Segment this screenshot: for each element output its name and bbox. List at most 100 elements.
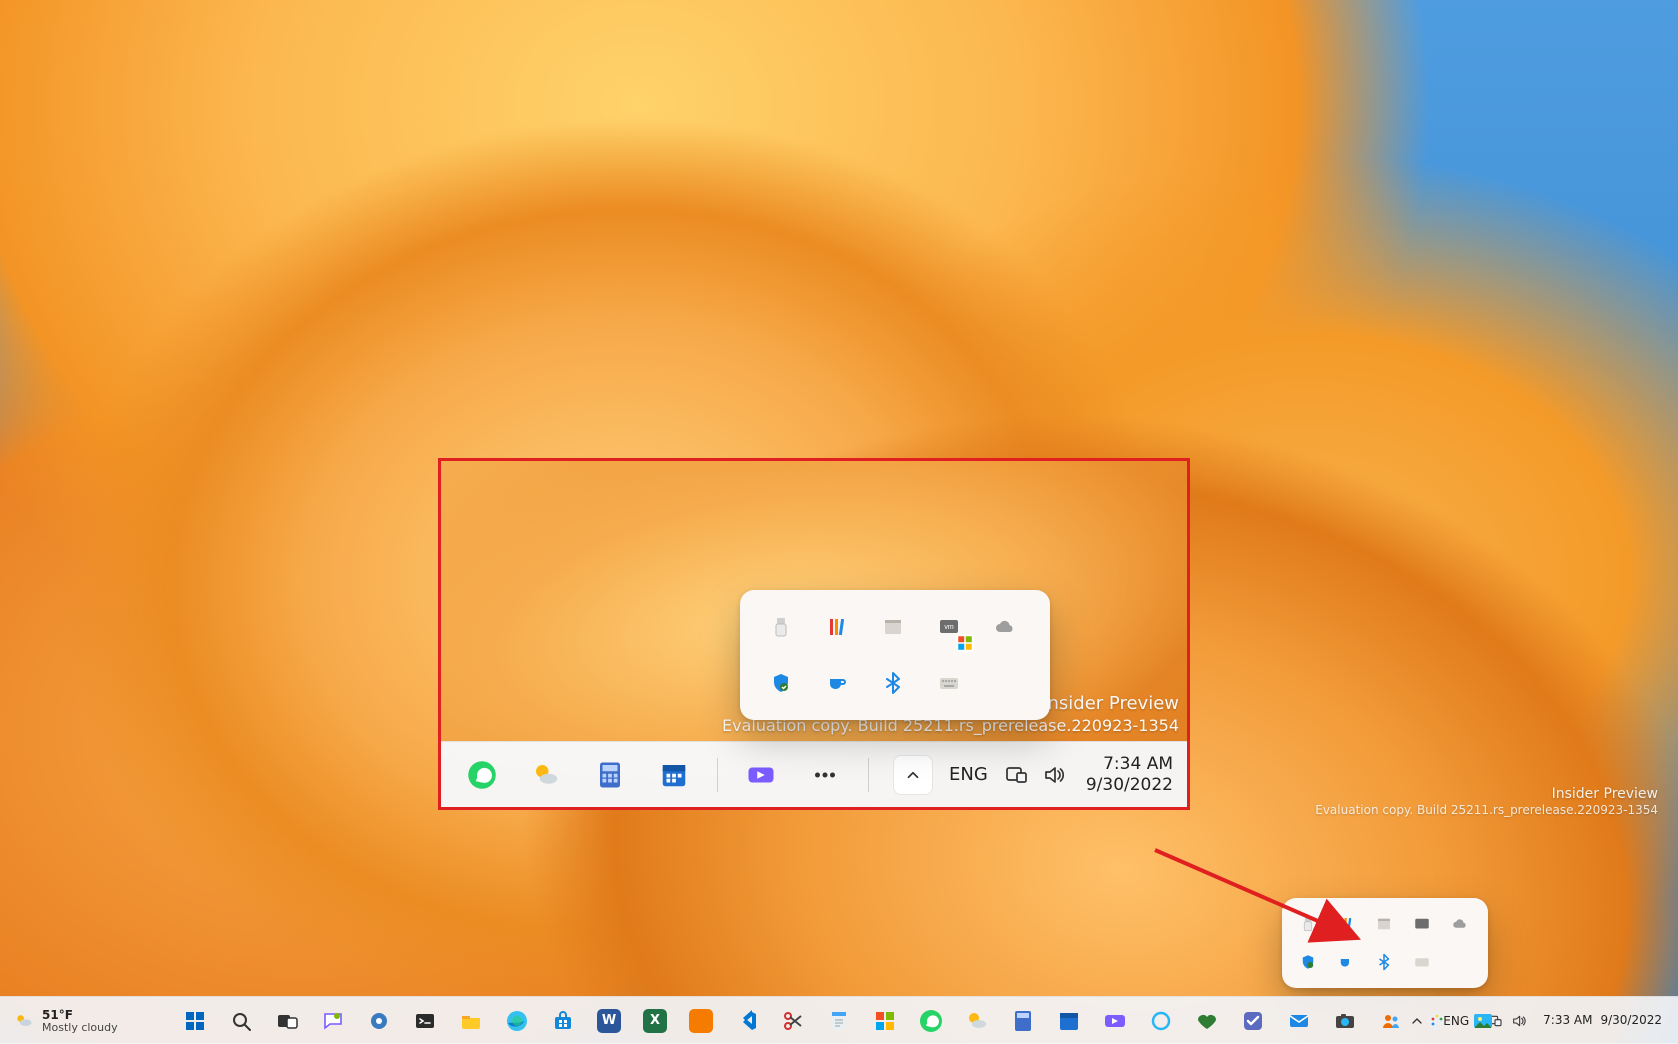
taskbar-app-whatsapp[interactable] <box>459 752 505 798</box>
calculator-icon <box>1011 1009 1035 1033</box>
weather-icon <box>531 760 561 790</box>
system-tray-quick-settings[interactable] <box>1004 763 1066 787</box>
taskbar-app-clipchamp[interactable] <box>738 752 784 798</box>
keyboard-icon <box>937 671 961 695</box>
weather-temp: 51°F <box>42 1008 118 1022</box>
tray-window[interactable] <box>1368 908 1400 940</box>
clock[interactable]: 7:33 AM 9/30/2022 <box>1537 1001 1668 1041</box>
file-explorer-button[interactable] <box>451 1001 491 1041</box>
tray-keyboard[interactable] <box>926 660 972 706</box>
calculator-icon <box>595 760 625 790</box>
tray-keyboard[interactable] <box>1406 946 1438 978</box>
windows-start-icon <box>183 1009 207 1033</box>
tray-vmware[interactable]: vm <box>926 604 972 650</box>
image-app-icon <box>689 1009 713 1033</box>
bluetooth-icon <box>881 671 905 695</box>
tray-onedrive[interactable] <box>982 604 1028 650</box>
tray-cup[interactable] <box>814 660 860 706</box>
task-view-button[interactable] <box>267 1001 307 1041</box>
tray-usb-eject[interactable] <box>1292 908 1324 940</box>
cloud-icon <box>1451 915 1469 933</box>
taskbar-weather-widget[interactable]: 51°F Mostly cloudy <box>0 997 132 1044</box>
edge-button[interactable] <box>497 1001 537 1041</box>
taskbar-app-calculator[interactable] <box>587 752 633 798</box>
tray-stacks[interactable] <box>814 604 860 650</box>
insider-watermark: Insider Preview Evaluation copy. Build 2… <box>1315 785 1658 819</box>
word-button[interactable]: W <box>589 1001 629 1041</box>
excel-icon: X <box>643 1009 667 1033</box>
tray-bluetooth[interactable] <box>1368 946 1400 978</box>
window-icon <box>881 615 905 639</box>
taskbar-center-apps: W X <box>175 997 1503 1044</box>
cloud-icon <box>993 615 1017 639</box>
excel-button[interactable]: X <box>635 1001 675 1041</box>
chat-button[interactable] <box>313 1001 353 1041</box>
tray-cup[interactable] <box>1330 946 1362 978</box>
snip-button[interactable] <box>773 1001 813 1041</box>
volume-icon <box>1511 1013 1527 1029</box>
start-button[interactable] <box>175 1001 215 1041</box>
clipchamp-button[interactable] <box>1095 1001 1135 1041</box>
mail-icon <box>1287 1009 1311 1033</box>
tray-bluetooth[interactable] <box>870 660 916 706</box>
language-indicator[interactable]: ENG <box>943 764 994 785</box>
cup-icon <box>1337 953 1355 971</box>
heart-icon <box>1195 1009 1219 1033</box>
settings-button[interactable] <box>359 1001 399 1041</box>
people-button[interactable] <box>1371 1001 1411 1041</box>
svg-text:vm: vm <box>944 624 954 631</box>
taskbar-overflow-more[interactable] <box>802 752 848 798</box>
calendar-button[interactable] <box>1049 1001 1089 1041</box>
tray-vmware[interactable] <box>1406 908 1438 940</box>
volume-icon <box>1042 763 1066 787</box>
keyboard-icon <box>1413 953 1431 971</box>
powertoys-icon <box>873 1009 897 1033</box>
weather-icon <box>965 1009 989 1033</box>
search-icon <box>229 1009 253 1033</box>
paint-button[interactable] <box>1417 1001 1457 1041</box>
tray-usb-eject[interactable] <box>758 604 804 650</box>
cortana-button[interactable] <box>1141 1001 1181 1041</box>
word-icon: W <box>597 1009 621 1033</box>
tray-onedrive[interactable] <box>1444 908 1476 940</box>
cortana-icon <box>1149 1009 1173 1033</box>
vscode-button[interactable] <box>727 1001 767 1041</box>
calendar-icon <box>659 760 689 790</box>
camera-icon <box>1333 1009 1357 1033</box>
tray-show-hidden-button[interactable] <box>893 755 933 795</box>
edge-icon <box>505 1009 529 1033</box>
taskbar-app-weather[interactable] <box>523 752 569 798</box>
taskbar-app-calendar[interactable] <box>651 752 697 798</box>
calculator-button[interactable] <box>1003 1001 1043 1041</box>
tray-security[interactable] <box>1292 946 1324 978</box>
weather-app-button[interactable] <box>957 1001 997 1041</box>
clock-date: 9/30/2022 <box>1600 1014 1662 1027</box>
tray-window[interactable] <box>870 604 916 650</box>
family-button[interactable] <box>1187 1001 1227 1041</box>
clock-zoom[interactable]: 7:34 AM 9/30/2022 <box>1076 754 1173 795</box>
todo-button[interactable] <box>1233 1001 1273 1041</box>
gear-icon <box>367 1009 391 1033</box>
clipchamp-icon <box>746 760 776 790</box>
photos-button[interactable] <box>1463 1001 1503 1041</box>
store-button[interactable] <box>543 1001 583 1041</box>
tray-stacks[interactable] <box>1330 908 1362 940</box>
terminal-button[interactable] <box>405 1001 445 1041</box>
search-button[interactable] <box>221 1001 261 1041</box>
usb-icon <box>769 615 793 639</box>
palette-icon <box>1425 1009 1449 1033</box>
clock-date: 9/30/2022 <box>1086 775 1173 795</box>
notepad-button[interactable] <box>819 1001 859 1041</box>
tablet-mode-icon <box>1004 763 1028 787</box>
powertoys-button[interactable] <box>865 1001 905 1041</box>
tray-security[interactable] <box>758 660 804 706</box>
image-app-button[interactable] <box>681 1001 721 1041</box>
task-view-icon <box>275 1009 299 1033</box>
shield-icon <box>1299 953 1317 971</box>
folder-icon <box>459 1009 483 1033</box>
taskbar-separator <box>868 758 869 792</box>
tray-overflow-popup-zoom: vm <box>740 590 1050 720</box>
whatsapp-button[interactable] <box>911 1001 951 1041</box>
mail-button[interactable] <box>1279 1001 1319 1041</box>
camera-button[interactable] <box>1325 1001 1365 1041</box>
